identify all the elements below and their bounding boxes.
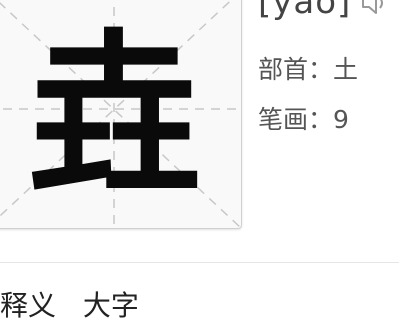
section-divider xyxy=(0,262,399,263)
radical-label: 部首： xyxy=(258,55,334,84)
tab-large-character[interactable]: 大字 xyxy=(83,289,139,322)
tab-definition[interactable]: 释义 xyxy=(0,289,56,322)
radical-line: 部首：土 xyxy=(258,50,358,86)
pinyin-text: [yáo] xyxy=(258,0,352,22)
strokes-label: 笔画： xyxy=(258,105,334,134)
radical-value: 土 xyxy=(333,55,359,84)
character-writing-card: 垚 xyxy=(0,0,242,229)
character-glyph: 垚 xyxy=(25,11,202,219)
speaker-icon[interactable] xyxy=(359,0,389,17)
pinyin-row: [yáo] xyxy=(258,0,389,22)
bottom-tabs: 释义 大字 xyxy=(0,284,157,324)
strokes-value: 9 xyxy=(333,105,349,134)
strokes-line: 笔画：9 xyxy=(258,100,349,136)
